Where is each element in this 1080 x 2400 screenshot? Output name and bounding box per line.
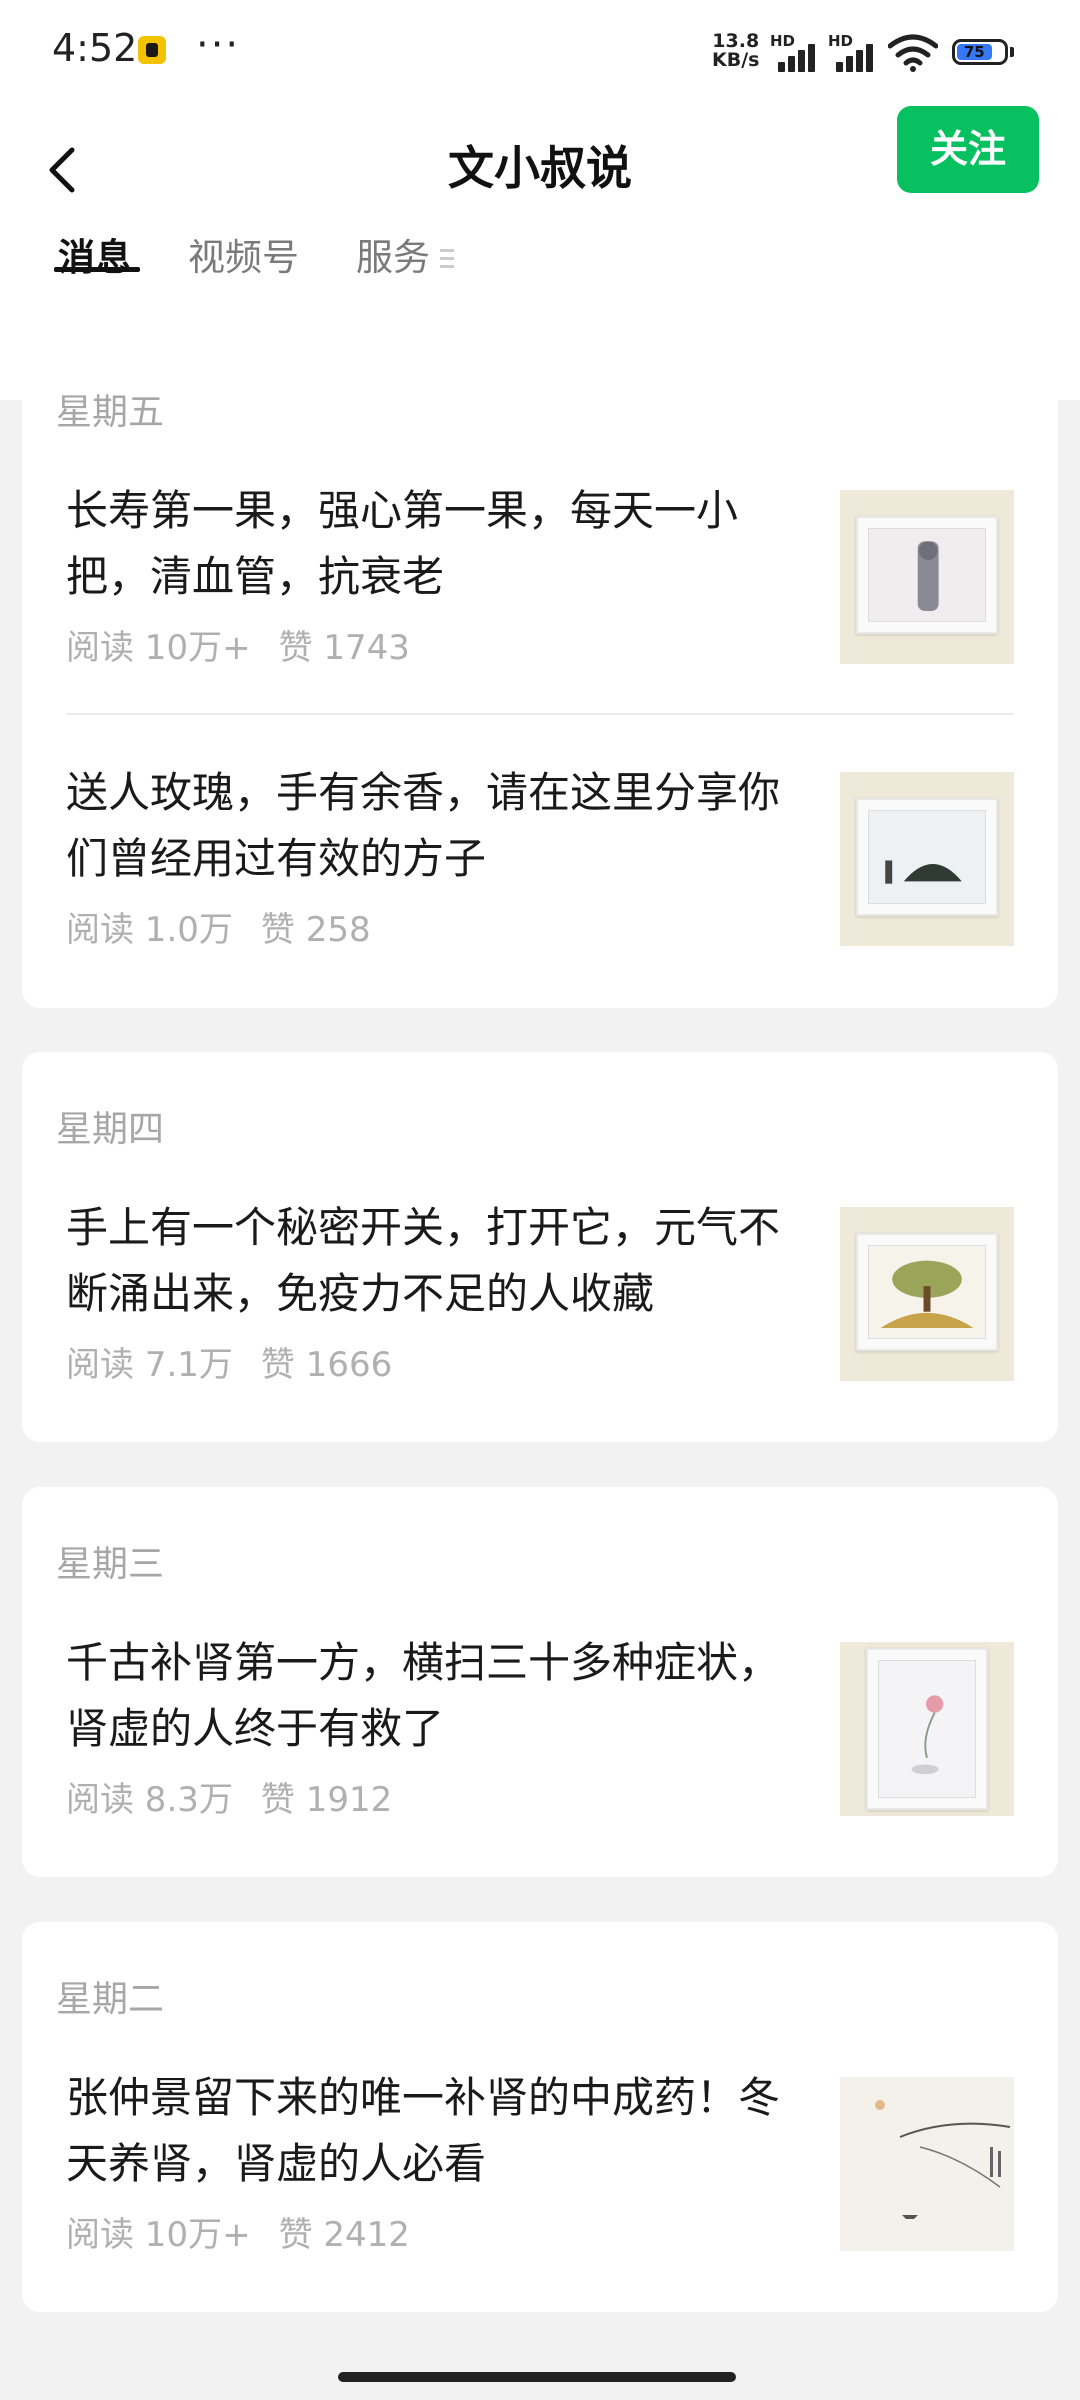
divider [66, 713, 1014, 715]
like-count: 赞 1912 [260, 1780, 393, 1820]
article-title: 张仲景留下来的唯一补肾的中成药！冬天养肾，肾虚的人必看 [66, 2073, 781, 2188]
back-button[interactable] [30, 120, 100, 220]
article-item[interactable]: 手上有一个秘密开关，打开它，元气不断涌出来，免疫力不足的人收藏 阅读 7.1万赞… [66, 1195, 1014, 1395]
chevron-left-icon [49, 147, 75, 193]
article-meta: 阅读 7.1万赞 1666 [66, 1337, 392, 1386]
article-title: 手上有一个秘密开关，打开它，元气不断涌出来，免疫力不足的人收藏 [66, 1203, 781, 1318]
article-thumbnail [840, 2077, 1014, 2251]
signal-1-icon: HD [770, 32, 822, 72]
day-label: 星期三 [56, 1544, 165, 1585]
read-count: 阅读 7.1万 [66, 1345, 233, 1385]
more-notifications-icon: ··· [196, 22, 241, 68]
day-label: 星期四 [56, 1109, 165, 1150]
article-meta: 阅读 10万+ 赞 1743 [66, 620, 410, 669]
like-count: 赞 1666 [260, 1345, 393, 1385]
article-thumbnail [840, 490, 1014, 664]
article-meta: 阅读 1.0万赞 258 [66, 902, 371, 951]
day-label: 星期五 [56, 392, 165, 433]
read-count: 阅读 1.0万 [66, 910, 233, 950]
article-item[interactable]: 送人玫瑰，手有余香，请在这里分享你们曾经用过有效的方子 阅读 1.0万赞 258 [66, 760, 1014, 960]
day-label: 星期二 [56, 1979, 165, 2020]
follow-button[interactable]: 关注 [897, 106, 1039, 193]
day-group-card: 星期二 张仲景留下来的唯一补肾的中成药！冬天养肾，肾虚的人必看 阅读 10万+ 赞… [22, 1922, 1058, 2312]
day-group-card: 星期三 千古补肾第一方，横扫三十多种症状，肾虚的人终于有救了 阅读 8.3万赞 … [22, 1487, 1058, 1877]
status-bar: 4:52 ··· 13.8 KB/s HD HD 75 [0, 0, 1080, 100]
day-group-card: 星期五 长寿第一果，强心第一果，每天一小把，清血管，抗衰老 阅读 10万+ 赞 1… [22, 335, 1058, 1008]
tab-messages[interactable]: 消息 [58, 218, 132, 298]
day-group-card: 星期四 手上有一个秘密开关，打开它，元气不断涌出来，免疫力不足的人收藏 阅读 7… [22, 1052, 1058, 1442]
article-item[interactable]: 千古补肾第一方，横扫三十多种症状，肾虚的人终于有救了 阅读 8.3万赞 1912 [66, 1630, 1014, 1830]
battery-icon: 75 [952, 39, 1008, 65]
article-title: 长寿第一果，强心第一果，每天一小把，清血管，抗衰老 [66, 486, 739, 601]
read-count: 阅读 10万+ [66, 628, 251, 668]
article-title: 千古补肾第一方，横扫三十多种症状，肾虚的人终于有救了 [66, 1638, 781, 1753]
article-item[interactable]: 张仲景留下来的唯一补肾的中成药！冬天养肾，肾虚的人必看 阅读 10万+ 赞 241… [66, 2065, 1014, 2265]
notification-app-icon [138, 36, 166, 64]
tab-channels[interactable]: 视频号 [188, 218, 299, 298]
like-count: 赞 2412 [278, 2215, 410, 2255]
network-speed-unit: KB/s [712, 49, 760, 71]
hd-label: HD [770, 32, 796, 50]
article-meta: 阅读 10万+ 赞 2412 [66, 2207, 410, 2256]
active-tab-indicator [54, 267, 140, 272]
article-item[interactable]: 长寿第一果，强心第一果，每天一小把，清血管，抗衰老 阅读 10万+ 赞 1743 [66, 478, 1014, 678]
article-thumbnail [840, 1207, 1014, 1381]
status-time: 4:52 [52, 26, 138, 70]
tab-bar: 消息 视频号 服务 [0, 218, 1080, 298]
read-count: 阅读 10万+ [66, 2215, 251, 2255]
network-speed: 13.8 KB/s [712, 32, 759, 70]
read-count: 阅读 8.3万 [66, 1780, 233, 1820]
like-count: 赞 258 [260, 910, 371, 950]
hd-label: HD [828, 32, 854, 50]
article-title: 送人玫瑰，手有余香，请在这里分享你们曾经用过有效的方子 [66, 768, 781, 883]
wifi-icon [888, 34, 938, 72]
battery-level: 75 [957, 44, 992, 60]
signal-2-icon: HD [828, 32, 880, 72]
article-meta: 阅读 8.3万赞 1912 [66, 1772, 392, 1821]
like-count: 赞 1743 [278, 628, 410, 668]
home-indicator[interactable] [338, 2372, 736, 2382]
article-thumbnail [840, 772, 1014, 946]
tab-services[interactable]: 服务 [356, 218, 430, 298]
article-thumbnail [840, 1642, 1014, 1816]
menu-icon [440, 244, 460, 272]
